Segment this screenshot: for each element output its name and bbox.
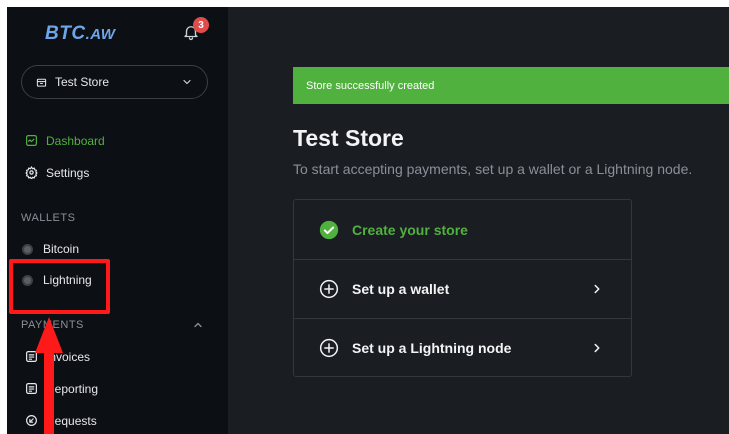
sidebar-item-label: Dashboard [46,134,105,148]
chevron-down-icon [181,76,193,88]
store-selector[interactable]: Test Store [21,65,208,99]
wallet-status-dot [22,243,33,255]
sidebar-item-label: Settings [46,166,90,180]
dashboard-icon [25,134,39,148]
success-alert: Store successfully created [293,67,729,104]
setup-steps-list: Create your store Set up a wallet Set up… [293,199,632,377]
sidebar-item-bitcoin[interactable]: Bitcoin [22,242,79,256]
brand-name: BTC [45,23,86,44]
brand-suffix: .AW [85,26,116,43]
sidebar-item-label: Bitcoin [43,242,80,256]
gear-icon [25,166,39,180]
step-label: Create your store [352,221,468,238]
chevron-right-icon [590,282,604,296]
step-setup-lightning[interactable]: Set up a Lightning node [294,318,631,377]
step-setup-wallet[interactable]: Set up a wallet [294,259,631,318]
plus-circle-icon [319,279,339,299]
step-create-store: Create your store [294,200,631,259]
plus-circle-icon [319,338,339,358]
page-title: Test Store [293,125,404,151]
annotation-highlight-box [9,259,110,314]
check-circle-icon [319,220,339,240]
wallets-section-label: WALLETS [21,212,76,224]
page-subtitle: To start accepting payments, set up a wa… [293,161,693,177]
store-selector-value: Test Store [55,75,110,89]
step-label: Set up a wallet [352,281,450,297]
step-label: Set up a Lightning node [352,340,512,356]
main-content: Store successfully created Test Store To… [228,7,729,434]
store-icon [36,77,47,88]
sidebar-item-dashboard[interactable]: Dashboard [25,134,105,148]
chevron-up-icon[interactable] [192,319,204,331]
brand-logo[interactable]: BTC.AW [45,23,115,45]
notification-count-badge: 3 [193,17,209,33]
sidebar: BTC.AW 3 Test Store Dashboard Settings W… [7,7,228,434]
sidebar-item-settings[interactable]: Settings [25,166,89,180]
alert-message: Store successfully created [306,79,435,92]
annotation-arrow [35,317,63,434]
chevron-right-icon [590,341,604,355]
notifications-button[interactable]: 3 [182,17,209,45]
